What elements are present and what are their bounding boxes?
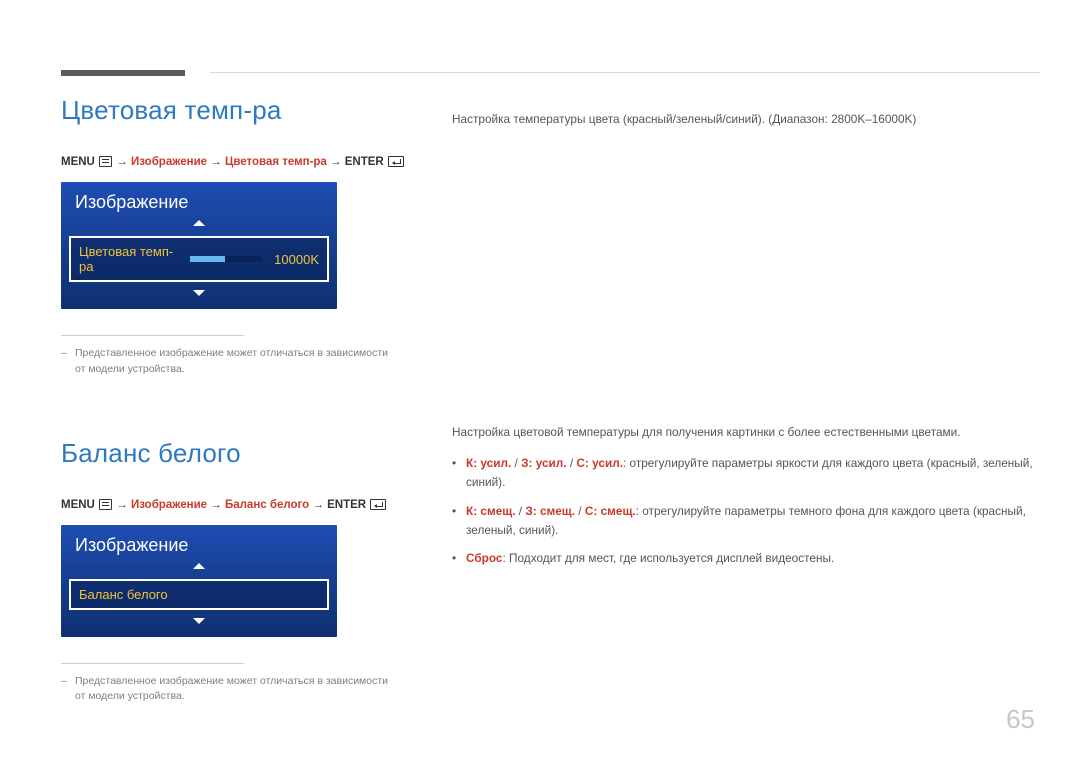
- osd-row-label: Цветовая темп-ра: [79, 244, 184, 274]
- bullet-rest: : Подходит для мест, где используется ди…: [502, 551, 834, 565]
- bullet-hl: З: усил.: [521, 456, 566, 470]
- path-segment-white-balance: Баланс белого: [225, 499, 309, 511]
- osd-row-value: 10000K: [274, 252, 319, 267]
- path-menu-label: MENU: [61, 156, 95, 168]
- bullet-hl: С: усил.: [576, 456, 623, 470]
- path-arrow: →: [116, 156, 128, 168]
- path-enter-label: ENTER: [327, 499, 366, 511]
- osd-row-white-balance[interactable]: Баланс белого: [69, 579, 329, 610]
- bullet-sep: /: [516, 504, 526, 518]
- bullet-sep: /: [575, 504, 585, 518]
- bullet-sep: /: [567, 456, 577, 470]
- enter-icon: [370, 499, 386, 510]
- description-color-temp: Настройка температуры цвета (красный/зел…: [452, 110, 1040, 129]
- bullet-hl: С: смещ.: [585, 504, 636, 518]
- list-item: К: усил. / З: усил. / С: усил.: отрегули…: [452, 454, 1040, 492]
- disclaimer-note: Представленное изображение может отличат…: [61, 346, 401, 378]
- enter-icon: [388, 156, 404, 167]
- menu-icon: [99, 499, 112, 510]
- menu-icon: [99, 156, 112, 167]
- chevron-up-icon: [193, 563, 205, 569]
- path-arrow: →: [312, 499, 324, 511]
- desc-text: Настройка температуры цвета (красный/зел…: [452, 110, 1040, 129]
- chevron-down-icon: [193, 618, 205, 624]
- desc-intro: Настройка цветовой температуры для получ…: [452, 423, 1040, 442]
- path-segment-image: Изображение: [131, 156, 207, 168]
- list-item: Сброс: Подходит для мест, где использует…: [452, 549, 1040, 568]
- osd-down[interactable]: [61, 285, 337, 299]
- path-enter-label: ENTER: [345, 156, 384, 168]
- osd-panel-white-balance: Изображение Баланс белого: [61, 525, 337, 637]
- chevron-up-icon: [193, 220, 205, 226]
- bullet-sep: /: [511, 456, 521, 470]
- path-segment-color-temp: Цветовая темп-ра: [225, 156, 327, 168]
- chevron-down-icon: [193, 290, 205, 296]
- osd-up[interactable]: [61, 562, 337, 576]
- disclaimer-note: Представленное изображение может отличат…: [61, 674, 401, 706]
- menu-path-color-temp: MENU → Изображение → Цветовая темп-ра → …: [61, 156, 1040, 168]
- osd-panel-color-temp: Изображение Цветовая темп-ра 10000K: [61, 182, 337, 309]
- path-arrow: →: [116, 499, 128, 511]
- osd-row-label: Баланс белого: [79, 587, 319, 602]
- page-number: 65: [1006, 704, 1035, 735]
- header-accent-bar: [61, 70, 185, 76]
- bullet-hl: Сброс: [466, 551, 502, 565]
- bullet-list: К: усил. / З: усил. / С: усил.: отрегули…: [452, 454, 1040, 568]
- header-rule: [210, 72, 1040, 73]
- osd-title: Изображение: [61, 525, 337, 562]
- bullet-hl: К: усил.: [466, 456, 511, 470]
- description-white-balance: Настройка цветовой температуры для получ…: [452, 423, 1040, 578]
- osd-slider[interactable]: [190, 256, 262, 262]
- path-menu-label: MENU: [61, 499, 95, 511]
- path-arrow: →: [210, 156, 222, 168]
- path-arrow: →: [210, 499, 222, 511]
- osd-up[interactable]: [61, 219, 337, 233]
- path-arrow: →: [330, 156, 342, 168]
- list-item: К: смещ. / З: смещ. / С: смещ.: отрегули…: [452, 502, 1040, 540]
- note-divider: [61, 335, 244, 336]
- osd-down[interactable]: [61, 613, 337, 627]
- osd-title: Изображение: [61, 182, 337, 219]
- path-segment-image: Изображение: [131, 499, 207, 511]
- osd-row-color-temp[interactable]: Цветовая темп-ра 10000K: [69, 236, 329, 282]
- bullet-hl: З: смещ.: [525, 504, 575, 518]
- note-divider: [61, 663, 244, 664]
- bullet-hl: К: смещ.: [466, 504, 516, 518]
